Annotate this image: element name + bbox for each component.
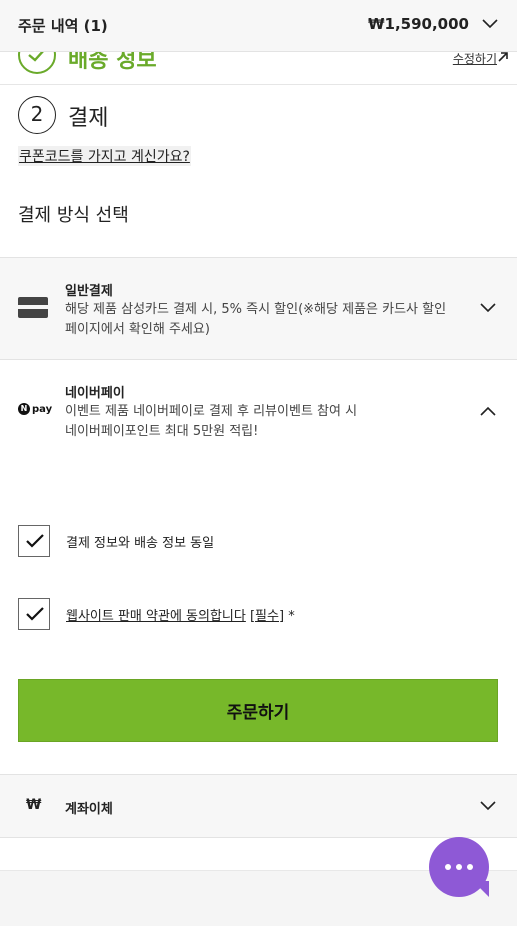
terms-required: [필수] bbox=[249, 609, 285, 624]
payment-title: 결제 bbox=[68, 106, 109, 131]
terms-checkbox[interactable] bbox=[18, 598, 50, 630]
required-star: * bbox=[288, 609, 295, 624]
payment-option-name: 계좌이체 bbox=[65, 802, 113, 817]
npay-text: pay bbox=[32, 404, 53, 415]
payment-option-name: 네이버페이 bbox=[65, 386, 125, 401]
payment-option-desc: 해당 제품 삼성카드 결제 시, 5% 즉시 할인(※해당 제품은 카드사 할인 bbox=[65, 302, 447, 317]
payment-option-bank-transfer[interactable]: ₩ 계좌이체 bbox=[0, 774, 517, 838]
checkmark-icon bbox=[26, 534, 44, 548]
checkmark-icon bbox=[18, 52, 56, 74]
same-address-checkbox[interactable] bbox=[18, 525, 50, 557]
payment-option-naverpay[interactable]: Npay 네이버페이 이벤트 제품 네이버페이로 결제 후 리뷰이벤트 참여 시… bbox=[0, 359, 517, 465]
payment-option-desc: 네이버페이포인트 최대 5만원 적립! bbox=[65, 424, 259, 439]
payment-method-heading: 결제 방식 선택 bbox=[18, 205, 129, 226]
shipping-title: 배송 정보 bbox=[68, 52, 157, 73]
chevron-up-icon[interactable] bbox=[479, 402, 497, 420]
order-total: ₩1,590,000 bbox=[367, 15, 469, 33]
coupon-code-link[interactable]: 쿠폰코드를 가지고 계신가요? bbox=[18, 146, 191, 166]
same-address-label: 결제 정보와 배송 정보 동일 bbox=[66, 536, 215, 551]
order-summary-bar[interactable]: 주문 내역 (1) ₩1,590,000 bbox=[0, 0, 517, 52]
chevron-down-icon[interactable] bbox=[479, 797, 497, 815]
terms-label: 웹사이트 판매 약관에 동의합니다 [필수] * bbox=[66, 605, 295, 624]
payment-option-general[interactable]: 일반결제 해당 제품 삼성카드 결제 시, 5% 즉시 할인(※해당 제품은 카… bbox=[0, 257, 517, 359]
payment-option-name: 일반결제 bbox=[65, 284, 113, 299]
step-number: 2 bbox=[18, 96, 56, 134]
shipping-section: 배송 정보 수정하기 bbox=[0, 52, 517, 85]
edit-arrow-icon[interactable] bbox=[497, 52, 509, 63]
credit-card-icon bbox=[18, 297, 48, 318]
chevron-down-icon[interactable] bbox=[481, 15, 499, 33]
shipping-edit-link[interactable]: 수정하기 bbox=[453, 52, 497, 67]
ellipsis-icon bbox=[445, 864, 473, 870]
chevron-down-icon[interactable] bbox=[479, 299, 497, 317]
order-summary-title: 주문 내역 (1) bbox=[18, 17, 108, 35]
npay-icon: Npay bbox=[18, 403, 52, 415]
payment-option-desc: 페이지에서 확인해 주세요) bbox=[65, 322, 210, 337]
payment-option-desc: 이벤트 제품 네이버페이로 결제 후 리뷰이벤트 참여 시 bbox=[65, 404, 358, 419]
checkmark-icon bbox=[26, 607, 44, 621]
terms-link[interactable]: 웹사이트 판매 약관에 동의합니다 bbox=[66, 609, 246, 624]
npay-badge: N bbox=[18, 403, 30, 415]
place-order-button[interactable]: 주문하기 bbox=[18, 679, 498, 742]
chat-bubble-icon[interactable] bbox=[429, 837, 489, 897]
won-icon: ₩ bbox=[26, 797, 42, 813]
